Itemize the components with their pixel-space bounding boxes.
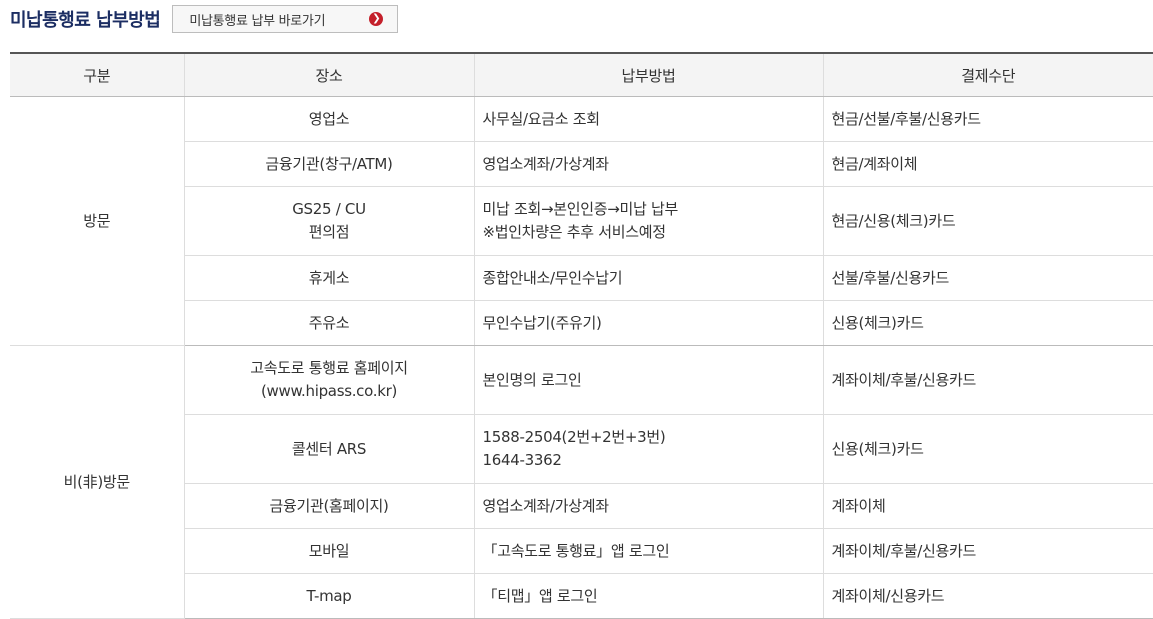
method-cell-line: 본인명의 로그인 bbox=[482, 370, 582, 389]
payment-cell: 신용(체크)카드 bbox=[822, 414, 1153, 484]
column-header-payment: 결제수단 bbox=[822, 52, 1153, 97]
place-cell: T-map bbox=[183, 573, 474, 619]
payment-cell: 계좌이체/후불/신용카드 bbox=[822, 345, 1153, 415]
method-cell-line: 「고속도로 통행료」앱 로그인 bbox=[482, 541, 670, 560]
method-cell: 종합안내소/무인수납기 bbox=[473, 255, 823, 301]
place-cell-line: 모바일 bbox=[308, 541, 350, 560]
payment-methods-table: 구분 장소 납부방법 결제수단 방문 영업소 사무실/요금소 조회 현금/선불/후불/… bbox=[10, 52, 1153, 619]
place-cell: 금융기관(창구/ATM) bbox=[183, 141, 474, 187]
column-header-category: 구분 bbox=[10, 52, 184, 97]
method-cell-line: 1644-3362 bbox=[482, 451, 562, 469]
method-cell: 무인수납기(주유기) bbox=[473, 300, 823, 346]
place-cell: GS25 / CU 편의점 bbox=[183, 186, 474, 256]
place-cell: 모바일 bbox=[183, 528, 474, 574]
payment-cell: 현금/선불/후불/신용카드 bbox=[822, 96, 1153, 142]
place-cell-line: 주유소 bbox=[308, 313, 350, 332]
page-header: 미납통행료 납부방법 미납통행료 납부 바로가기 ❯ bbox=[10, 4, 399, 34]
place-cell-line: T-map bbox=[306, 586, 352, 605]
method-cell-line: 미납 조회→본인인증→미납 납부 bbox=[482, 200, 679, 218]
column-header-place: 장소 bbox=[183, 52, 474, 97]
method-cell: 영업소계좌/가상계좌 bbox=[473, 141, 823, 187]
place-cell: 영업소 bbox=[183, 96, 474, 142]
method-cell: 본인명의 로그인 bbox=[473, 345, 823, 415]
place-cell: 금융기관(홈페이지) bbox=[183, 483, 474, 529]
method-cell-line: 종합안내소/무인수납기 bbox=[482, 268, 623, 287]
method-cell-line: ※법인차량은 추후 서비스예정 bbox=[482, 223, 667, 241]
unpaid-toll-payment-shortcut-button[interactable]: 미납통행료 납부 바로가기 ❯ bbox=[172, 5, 399, 33]
page-title: 미납통행료 납부방법 bbox=[10, 10, 161, 31]
method-cell-line: 1588-2504(2번+2번+3번) bbox=[482, 428, 666, 446]
place-cell-line: 편의점 bbox=[308, 223, 350, 241]
method-cell-line: 「티맵」앱 로그인 bbox=[482, 586, 598, 605]
place-cell-line: 휴게소 bbox=[308, 268, 350, 287]
place-cell-line: 콜센터 ARS bbox=[291, 439, 367, 458]
payment-cell: 선불/후불/신용카드 bbox=[822, 255, 1153, 301]
column-header-method: 납부방법 bbox=[473, 52, 823, 97]
payment-cell: 현금/계좌이체 bbox=[822, 141, 1153, 187]
method-cell: 영업소계좌/가상계좌 bbox=[473, 483, 823, 529]
place-cell: 휴게소 bbox=[183, 255, 474, 301]
place-cell-line: (www.hipass.co.kr) bbox=[260, 382, 398, 400]
payment-cell: 현금/신용(체크)카드 bbox=[822, 186, 1153, 256]
method-cell: 「티맵」앱 로그인 bbox=[473, 573, 823, 619]
place-cell: 주유소 bbox=[183, 300, 474, 346]
payment-cell: 신용(체크)카드 bbox=[822, 300, 1153, 346]
method-cell-line: 사무실/요금소 조회 bbox=[482, 109, 601, 128]
group-cell: 방문 bbox=[10, 96, 184, 346]
place-cell-line: 영업소 bbox=[308, 109, 350, 128]
method-cell-line: 영업소계좌/가상계좌 bbox=[482, 496, 610, 515]
table-row: 방문 영업소 사무실/요금소 조회 현금/선불/후불/신용카드 bbox=[10, 96, 1153, 346]
place-cell-line: 고속도로 통행료 홈페이지 bbox=[250, 359, 408, 377]
method-cell: 미납 조회→본인인증→미납 납부 ※법인차량은 추후 서비스예정 bbox=[473, 186, 823, 256]
place-cell: 콜센터 ARS bbox=[183, 414, 474, 484]
payment-cell: 계좌이체/신용카드 bbox=[822, 573, 1153, 619]
table-row: 비(非)방문 고속도로 통행료 홈페이지 (www.hipass.co.kr) 본인명… bbox=[10, 345, 1153, 619]
group-cell: 비(非)방문 bbox=[10, 345, 184, 619]
place-cell: 고속도로 통행료 홈페이지 (www.hipass.co.kr) bbox=[183, 345, 474, 415]
method-cell-line: 무인수납기(주유기) bbox=[482, 313, 602, 332]
method-cell: 「고속도로 통행료」앱 로그인 bbox=[473, 528, 823, 574]
chevron-right-circle-icon: ❯ bbox=[369, 12, 384, 26]
method-cell: 1588-2504(2번+2번+3번) 1644-3362 bbox=[473, 414, 823, 484]
payment-cell: 계좌이체/후불/신용카드 bbox=[822, 528, 1153, 574]
place-cell-line: 금융기관(창구/ATM) bbox=[265, 154, 393, 173]
method-cell: 사무실/요금소 조회 bbox=[473, 96, 823, 142]
method-cell-line: 영업소계좌/가상계좌 bbox=[482, 154, 610, 173]
place-cell-line: GS25 / CU bbox=[292, 200, 366, 218]
table-header-row: 구분 장소 납부방법 결제수단 bbox=[10, 52, 1153, 97]
shortcut-button-label: 미납통행료 납부 바로가기 bbox=[189, 13, 326, 29]
payment-cell: 계좌이체 bbox=[822, 483, 1153, 529]
place-cell-line: 금융기관(홈페이지) bbox=[269, 496, 389, 515]
